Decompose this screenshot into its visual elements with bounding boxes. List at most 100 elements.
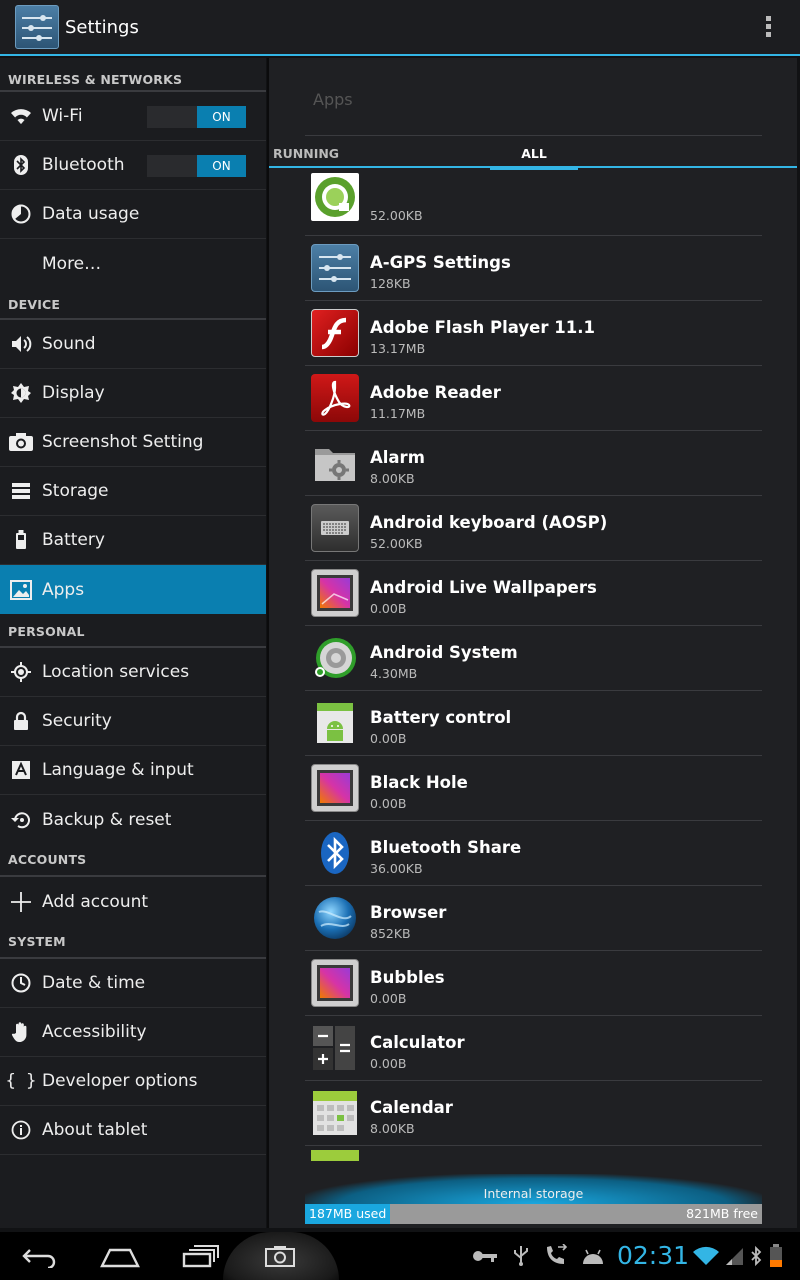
toggle-state: ON — [197, 155, 246, 177]
sidebar-item-wifi[interactable]: Wi-Fi ON — [0, 92, 266, 141]
sidebar-item-accessibility[interactable]: Accessibility — [0, 1008, 266, 1057]
recent-apps-icon[interactable] — [182, 1244, 220, 1272]
sidebar-item-backup[interactable]: Backup & reset — [0, 795, 266, 844]
list-item[interactable] — [305, 1146, 762, 1161]
list-item[interactable]: Adobe Reader 11.17MB — [305, 366, 762, 431]
home-icon[interactable] — [100, 1246, 140, 1272]
sidebar-item-label: Security — [42, 711, 112, 731]
sidebar-item-developer[interactable]: { } Developer options — [0, 1057, 266, 1106]
sidebar-item-label: Battery — [42, 530, 105, 550]
app-size: 36.00KB — [370, 861, 423, 876]
sidebar-item-date-time[interactable]: Date & time — [0, 959, 266, 1008]
sidebar-item-battery[interactable]: Battery — [0, 516, 266, 565]
app-name: Black Hole — [370, 773, 468, 792]
settings-app-icon[interactable] — [15, 5, 59, 49]
plus-icon — [0, 877, 42, 926]
list-item[interactable]: Browser 852KB — [305, 886, 762, 951]
app-name: Android Live Wallpapers — [370, 578, 597, 597]
sidebar-item-more[interactable]: More… — [0, 239, 266, 288]
list-item[interactable]: Adobe Flash Player 11.1 13.17MB — [305, 301, 762, 366]
partial-app-icon — [311, 1150, 359, 1161]
list-item[interactable]: Android System 4.30MB — [305, 626, 762, 691]
sidebar-item-security[interactable]: Security — [0, 697, 266, 746]
android-debug-icon — [580, 1246, 606, 1268]
app-size: 0.00B — [370, 601, 407, 616]
overflow-menu-icon[interactable] — [766, 16, 772, 40]
green-circle-app-icon — [311, 173, 359, 221]
app-name: Calendar — [370, 1098, 453, 1117]
list-item[interactable]: 52.00KB — [305, 171, 762, 236]
sidebar-item-language[interactable]: Language & input — [0, 746, 266, 795]
sidebar-item-screenshot[interactable]: Screenshot Setting — [0, 418, 266, 467]
list-item[interactable]: Calendar 8.00KB — [305, 1081, 762, 1146]
sidebar-item-sound[interactable]: Sound — [0, 320, 266, 369]
storage-free: 821MB free — [686, 1206, 758, 1221]
wallpaper-icon — [311, 569, 359, 617]
data-usage-icon — [0, 190, 42, 239]
sidebar-item-apps[interactable]: Apps — [0, 565, 266, 614]
action-bar: Settings — [0, 0, 800, 56]
sidebar-item-bluetooth[interactable]: Bluetooth ON — [0, 141, 266, 190]
call-forward-icon — [544, 1243, 568, 1270]
app-name: A-GPS Settings — [370, 253, 511, 272]
sidebar-item-add-account[interactable]: Add account — [0, 877, 266, 926]
sidebar-item-label: About tablet — [42, 1120, 148, 1140]
list-item[interactable]: Bluetooth Share 36.00KB — [305, 821, 762, 886]
speaker-icon — [0, 320, 42, 369]
hand-icon — [0, 1008, 42, 1057]
sidebar-item-location[interactable]: Location services — [0, 648, 266, 697]
sidebar-item-label: Bluetooth — [42, 155, 125, 175]
app-size: 128KB — [370, 276, 411, 291]
sidebar-item-label: Data usage — [42, 204, 140, 224]
app-size: 8.00KB — [370, 471, 415, 486]
sidebar-item-data-usage[interactable]: Data usage — [0, 190, 266, 239]
sidebar-item-storage[interactable]: Storage — [0, 467, 266, 516]
battery-icon — [0, 516, 42, 565]
sidebar-item-about[interactable]: About tablet — [0, 1106, 266, 1155]
sidebar-item-label: Apps — [42, 579, 85, 600]
wifi-icon — [0, 92, 42, 141]
back-icon[interactable] — [22, 1246, 58, 1272]
category-header: WIRELESS & NETWORKS — [0, 58, 266, 92]
lock-icon — [0, 697, 42, 746]
screenshot-camera-icon[interactable] — [264, 1244, 296, 1272]
app-name: Browser — [370, 903, 447, 922]
android-robot-icon — [311, 699, 359, 747]
adobe-reader-icon — [311, 374, 359, 422]
app-size: 52.00KB — [370, 536, 423, 551]
list-item[interactable]: Android Live Wallpapers 0.00B — [305, 561, 762, 626]
storage-used: 187MB used — [309, 1206, 387, 1221]
sidebar-item-display[interactable]: Display — [0, 369, 266, 418]
list-item[interactable]: Alarm 8.00KB — [305, 431, 762, 496]
list-item[interactable]: Calculator 0.00B — [305, 1016, 762, 1081]
apps-icon — [0, 565, 42, 614]
sidebar-item-label: Location services — [42, 662, 190, 682]
app-name: Android keyboard (AOSP) — [370, 513, 608, 532]
app-size: 52.00KB — [370, 208, 423, 223]
tab-running[interactable]: RUNNING — [273, 146, 339, 161]
bluetooth-share-icon — [311, 829, 359, 877]
app-size: 4.30MB — [370, 666, 418, 681]
list-item[interactable]: Black Hole 0.00B — [305, 756, 762, 821]
list-item[interactable]: Android keyboard (AOSP) 52.00KB — [305, 496, 762, 561]
category-header: ACCOUNTS — [0, 844, 266, 877]
clock-icon — [0, 959, 42, 1008]
sidebar-item-label: Display — [42, 383, 105, 403]
list-item[interactable]: Bubbles 0.00B — [305, 951, 762, 1016]
sidebar-item-label: Wi-Fi — [42, 106, 83, 126]
storage-icon — [0, 467, 42, 516]
list-item[interactable]: A-GPS Settings 128KB — [305, 236, 762, 301]
flash-player-icon — [311, 309, 359, 357]
category-header: PERSONAL — [0, 614, 266, 648]
app-size: 0.00B — [370, 991, 407, 1006]
storage-label: Internal storage — [483, 1186, 584, 1201]
bluetooth-toggle[interactable]: ON — [147, 155, 246, 177]
tab-all[interactable]: ALL — [490, 146, 578, 170]
list-item[interactable]: Battery control 0.00B — [305, 691, 762, 756]
app-size: 0.00B — [370, 731, 407, 746]
wifi-toggle[interactable]: ON — [147, 106, 246, 128]
android-system-icon — [311, 634, 359, 682]
globe-icon — [311, 894, 359, 942]
internal-storage-meter: Internal storage 187MB used 821MB free — [305, 1174, 762, 1224]
app-list[interactable]: 52.00KB A-GPS Settings 128KB Adobe Flash… — [305, 171, 762, 1161]
